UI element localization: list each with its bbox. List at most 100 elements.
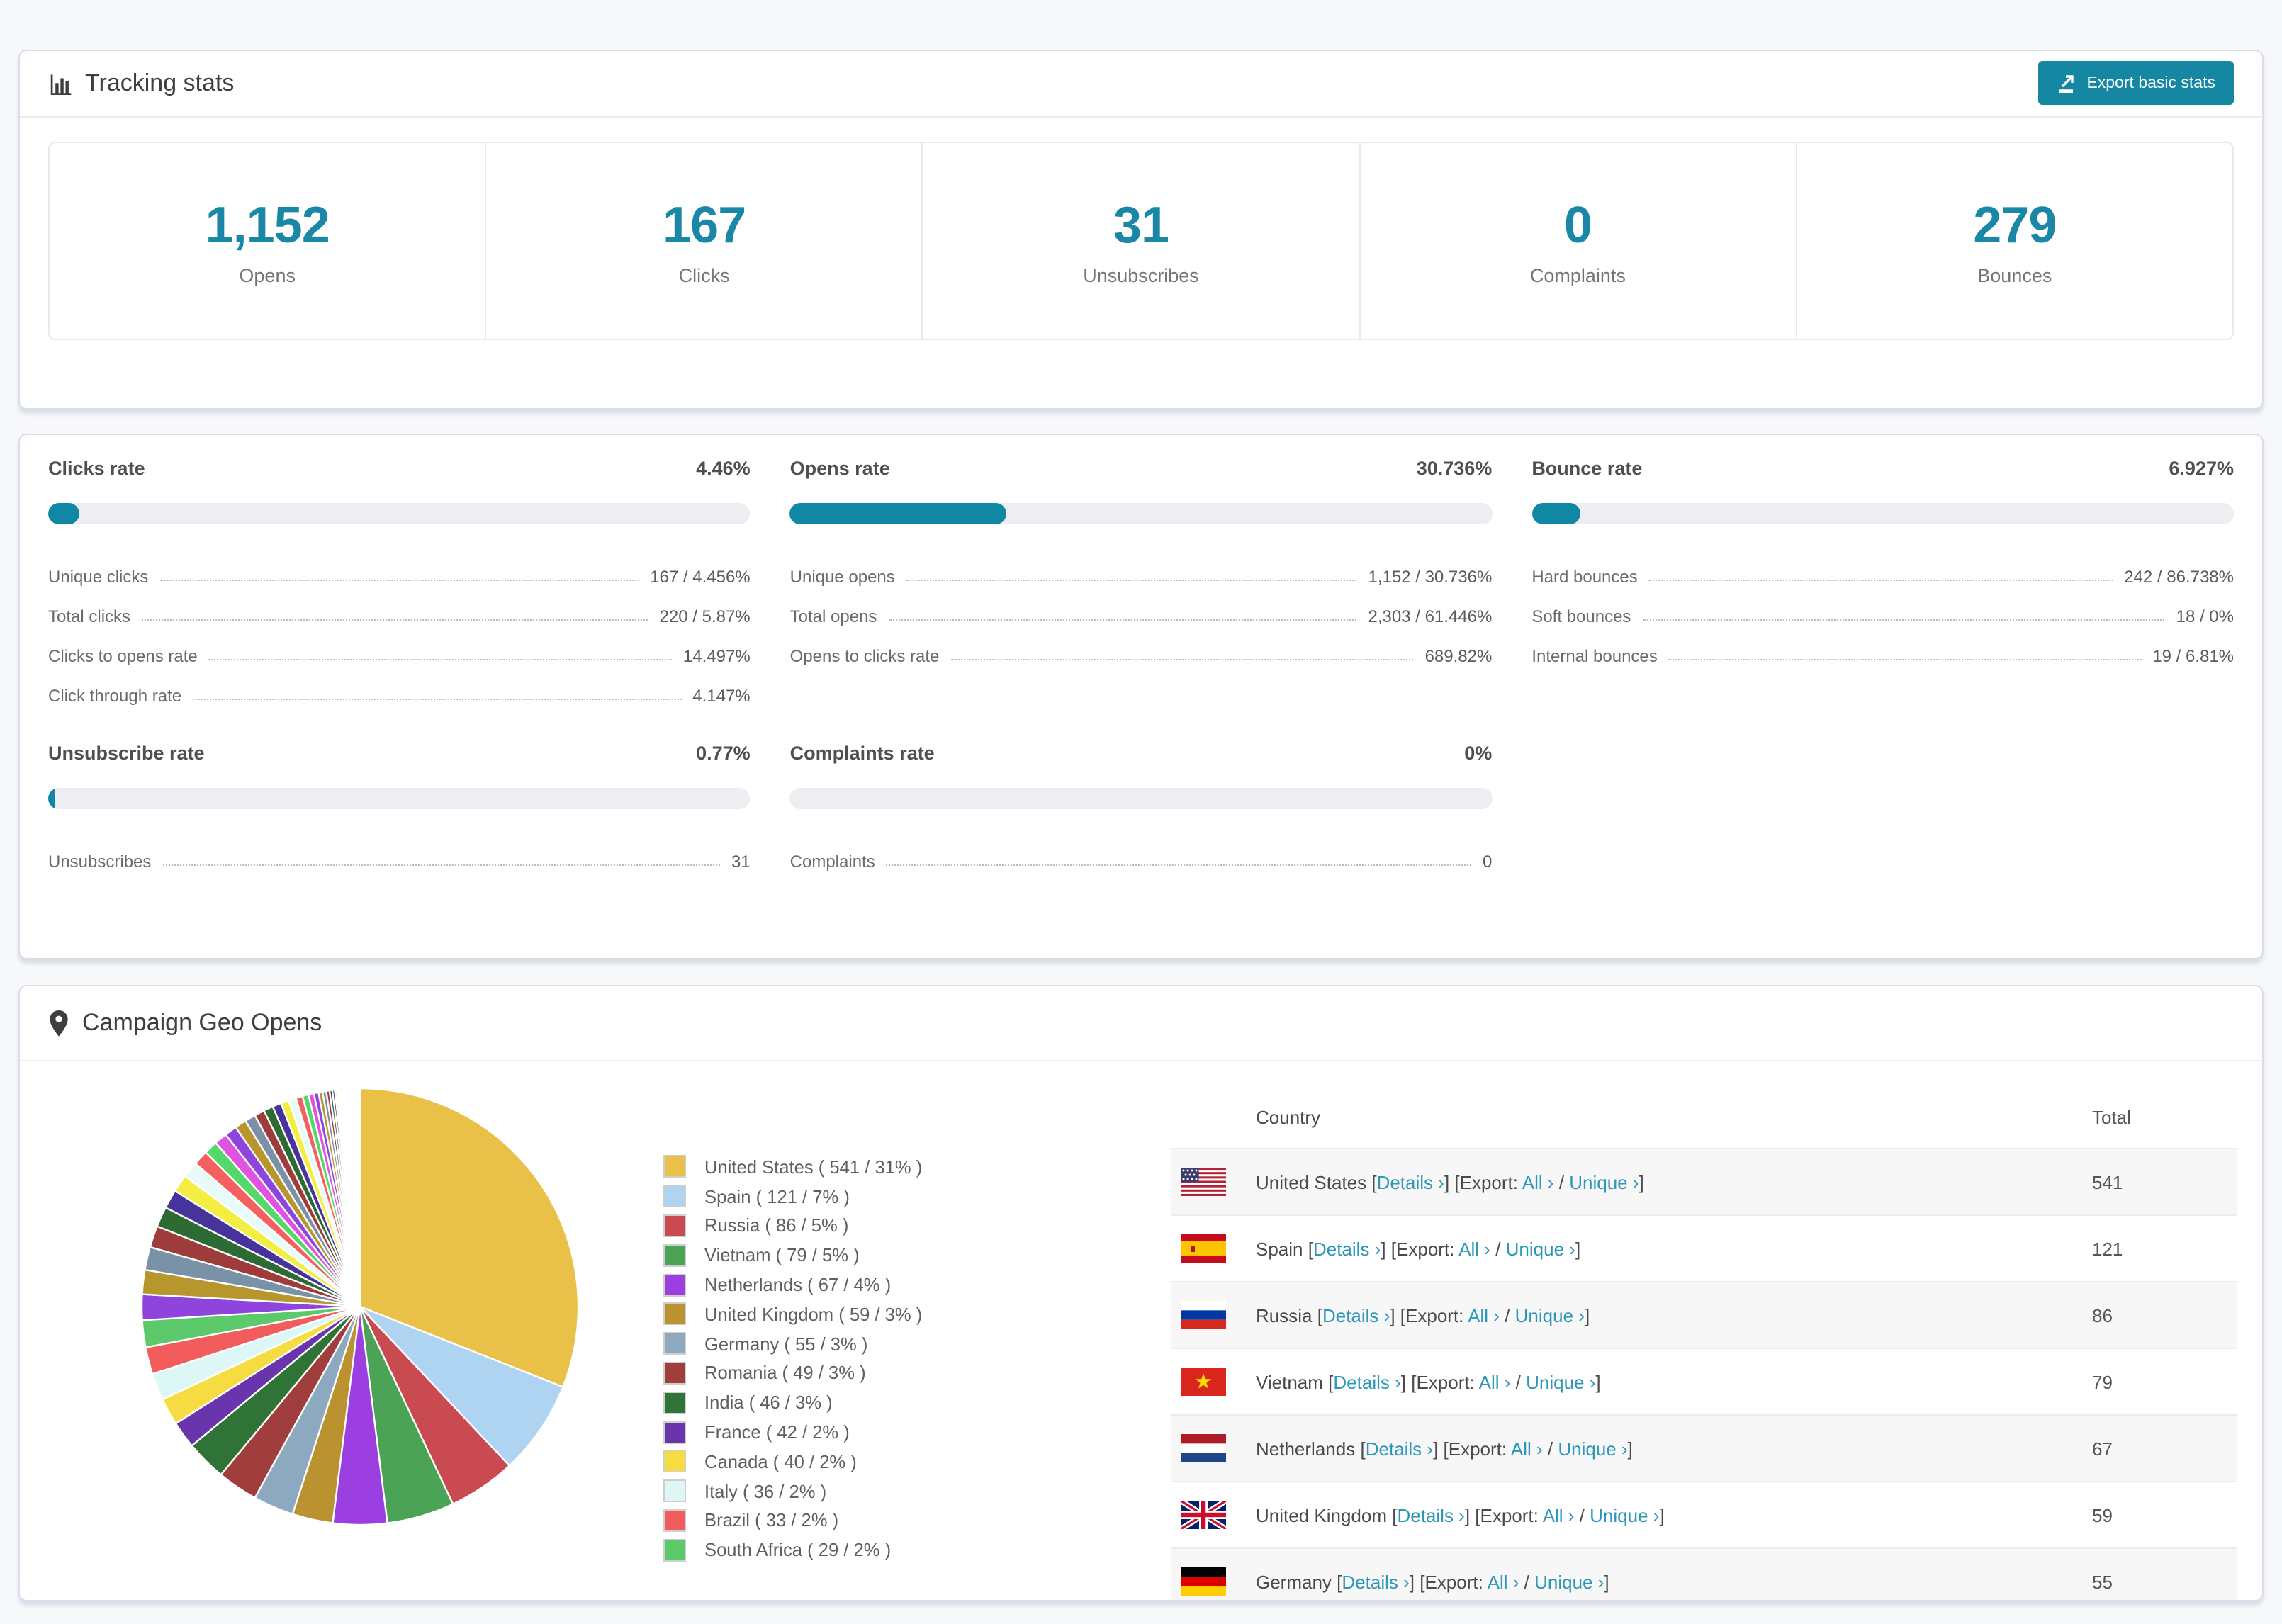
legend-swatch xyxy=(663,1302,686,1326)
table-row-vietnam: Vietnam [Details ›] [Export: All › / Uni… xyxy=(1171,1348,2237,1414)
bracket: ] xyxy=(1627,1438,1633,1459)
details-link[interactable]: Details › xyxy=(1397,1504,1464,1526)
es-flag-icon xyxy=(1181,1234,1226,1263)
export-all-link[interactable]: All › xyxy=(1543,1504,1575,1526)
stat-value: 31 xyxy=(1113,196,1169,254)
rate-item-value: 242 / 86.738% xyxy=(2124,567,2234,587)
country-total: 79 xyxy=(2092,1371,2113,1392)
rate-value: 6.927% xyxy=(2169,458,2234,479)
legend-swatch xyxy=(663,1273,686,1297)
legend-item: France ( 42 / 2% ) xyxy=(663,1417,922,1447)
us-flag-icon xyxy=(1181,1168,1226,1196)
stat-value: 1,152 xyxy=(205,196,330,254)
bracket: ] [Export: xyxy=(1444,1171,1522,1192)
geo-table-header: Country Total xyxy=(1171,1086,2237,1148)
legend-label: France ( 42 / 2% ) xyxy=(704,1421,850,1443)
export-unique-link[interactable]: Unique › xyxy=(1506,1238,1575,1259)
export-unique-link[interactable]: Unique › xyxy=(1534,1571,1604,1592)
rate-item-value: 4.147% xyxy=(692,686,751,706)
legend-label: India ( 46 / 3% ) xyxy=(704,1392,833,1414)
rate-item-value: 18 / 0% xyxy=(2176,607,2234,626)
legend-swatch xyxy=(663,1332,686,1355)
dotted-leader xyxy=(1648,580,2113,581)
dotted-leader xyxy=(886,864,1471,866)
details-link[interactable]: Details › xyxy=(1342,1571,1409,1592)
rate-title: Bounce rate xyxy=(1531,458,1643,479)
rate-item-label: Clicks to opens rate xyxy=(48,646,198,666)
bracket: ] xyxy=(1595,1371,1601,1392)
bar-chart-icon xyxy=(48,72,72,96)
legend-swatch xyxy=(663,1214,686,1237)
pie-legend: United States ( 541 / 31% ) Spain ( 121 /… xyxy=(663,1152,922,1564)
dotted-leader xyxy=(906,580,1357,581)
legend-item: South Africa ( 29 / 2% ) xyxy=(663,1535,922,1565)
details-link[interactable]: Details › xyxy=(1366,1438,1433,1459)
export-all-link[interactable]: All › xyxy=(1479,1371,1511,1392)
legend-label: Germany ( 55 / 3% ) xyxy=(704,1333,868,1355)
ru-flag-icon xyxy=(1181,1301,1226,1329)
country-total: 541 xyxy=(2092,1171,2123,1192)
rate-item-value: 14.497% xyxy=(682,646,751,666)
export-unique-link[interactable]: Unique › xyxy=(1558,1438,1627,1459)
rates-grid: Clicks rate 4.46% Unique clicks 167 / 4.456… xyxy=(48,458,2234,872)
details-link[interactable]: Details › xyxy=(1322,1304,1390,1326)
export-all-link[interactable]: All › xyxy=(1458,1238,1490,1259)
legend-swatch xyxy=(663,1421,686,1444)
export-unique-link[interactable]: Unique › xyxy=(1569,1171,1639,1192)
map-pin-icon xyxy=(48,1010,69,1037)
country-name: United States xyxy=(1256,1171,1367,1192)
export-unique-link[interactable]: Unique › xyxy=(1515,1304,1585,1326)
country-total: 86 xyxy=(2092,1304,2113,1326)
export-basic-stats-button[interactable]: Export basic stats xyxy=(2038,61,2234,105)
rate-block-unsubscribe-rate: Unsubscribe rate 0.77% Unsubscribes 31 xyxy=(48,743,751,872)
rate-item-label: Total clicks xyxy=(48,607,131,626)
bracket: ] xyxy=(1584,1304,1590,1326)
stat-cell-complaints: 0 Complaints xyxy=(1359,143,1795,339)
slash: / xyxy=(1499,1304,1515,1326)
rate-item-label: Total opens xyxy=(789,607,877,626)
legend-item: Russia ( 86 / 5% ) xyxy=(663,1211,922,1241)
rate-progress-bar xyxy=(789,503,1493,524)
dotted-leader xyxy=(159,580,639,581)
stat-cell-unsubscribes: 31 Unsubscribes xyxy=(921,143,1359,339)
campaign-geo-opens-card: Campaign Geo Opens United States ( 541 /… xyxy=(18,985,2264,1601)
legend-swatch xyxy=(663,1155,686,1178)
bracket: [ xyxy=(1366,1171,1377,1192)
legend-label: Netherlands ( 67 / 4% ) xyxy=(704,1274,892,1296)
legend-label: Russia ( 86 / 5% ) xyxy=(704,1214,849,1236)
country-total: 121 xyxy=(2092,1238,2123,1259)
details-link[interactable]: Details › xyxy=(1377,1171,1444,1192)
rate-item: Total opens 2,303 / 61.446% xyxy=(790,587,1493,626)
rate-item-label: Click through rate xyxy=(48,686,182,706)
tracking-stats-card: Tracking stats Export basic stats 1,152 O… xyxy=(18,50,2264,410)
stat-label: Complaints xyxy=(1529,265,1626,286)
export-all-link[interactable]: All › xyxy=(1468,1304,1500,1326)
stat-label: Clicks xyxy=(678,265,730,286)
country-name: Russia xyxy=(1256,1304,1313,1326)
legend-swatch xyxy=(663,1244,686,1267)
details-link[interactable]: Details › xyxy=(1333,1371,1400,1392)
legend-item: United States ( 541 / 31% ) xyxy=(663,1152,922,1182)
legend-label: Italy ( 36 / 2% ) xyxy=(704,1480,827,1502)
details-link[interactable]: Details › xyxy=(1313,1238,1381,1259)
rate-value: 4.46% xyxy=(696,458,751,479)
export-all-link[interactable]: All › xyxy=(1488,1571,1519,1592)
country-total: 55 xyxy=(2092,1571,2113,1592)
stat-cell-bounces: 279 Bounces xyxy=(1795,143,2232,339)
geo-title: Campaign Geo Opens xyxy=(82,1009,322,1036)
dashboard-page: Tracking stats Export basic stats 1,152 O… xyxy=(0,0,2282,1624)
slash: / xyxy=(1519,1571,1535,1592)
legend-label: Vietnam ( 79 / 5% ) xyxy=(704,1244,860,1266)
export-unique-link[interactable]: Unique › xyxy=(1590,1504,1659,1526)
stat-cell-opens: 1,152 Opens xyxy=(50,143,485,339)
legend-item: Canada ( 40 / 2% ) xyxy=(663,1447,922,1477)
rate-item-label: Unsubscribes xyxy=(48,852,152,872)
export-unique-link[interactable]: Unique › xyxy=(1526,1371,1595,1392)
rate-item-value: 689.82% xyxy=(1424,646,1493,666)
rate-item: Complaints 0 xyxy=(790,832,1493,872)
export-all-link[interactable]: All › xyxy=(1522,1171,1554,1192)
country-name: Spain xyxy=(1256,1238,1303,1259)
rate-item: Unique opens 1,152 / 30.736% xyxy=(790,547,1493,587)
country-name: Vietnam xyxy=(1256,1371,1323,1392)
export-all-link[interactable]: All › xyxy=(1511,1438,1543,1459)
